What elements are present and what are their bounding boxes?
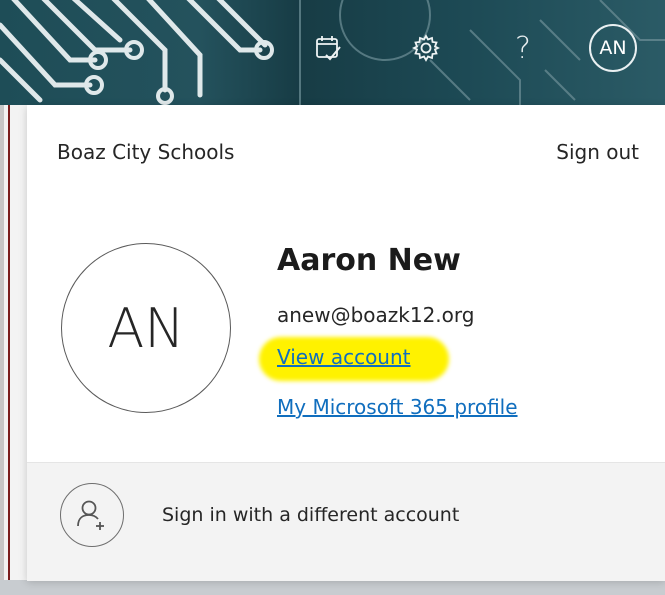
user-email: anew@boazk12.org [277,303,475,327]
calendar-check-icon[interactable] [310,30,346,66]
user-avatar: AN [61,243,231,413]
help-label: ? [515,30,531,66]
account-panel: Boaz City Schools Sign out AN Aaron New … [27,105,665,581]
user-name: Aaron New [277,243,461,278]
add-person-icon [60,483,124,547]
help-icon[interactable]: ? [505,30,541,66]
window-border [8,105,10,595]
header-avatar[interactable]: AN [589,24,637,72]
sign-out-link[interactable]: Sign out [556,140,639,164]
user-avatar-initials: AN [107,296,185,360]
header-banner: ? AN [0,0,665,105]
header-avatar-initials: AN [599,37,627,59]
microsoft-365-profile-link[interactable]: My Microsoft 365 profile [277,395,518,419]
organization-name: Boaz City Schools [57,140,235,164]
background-strip-bottom [0,580,665,595]
view-account-link[interactable]: View account [277,345,411,369]
sign-in-different-account-button[interactable]: Sign in with a different account [27,462,665,581]
gear-icon[interactable] [408,30,444,66]
sign-in-different-account-label: Sign in with a different account [162,504,460,526]
background-strip [0,105,4,595]
